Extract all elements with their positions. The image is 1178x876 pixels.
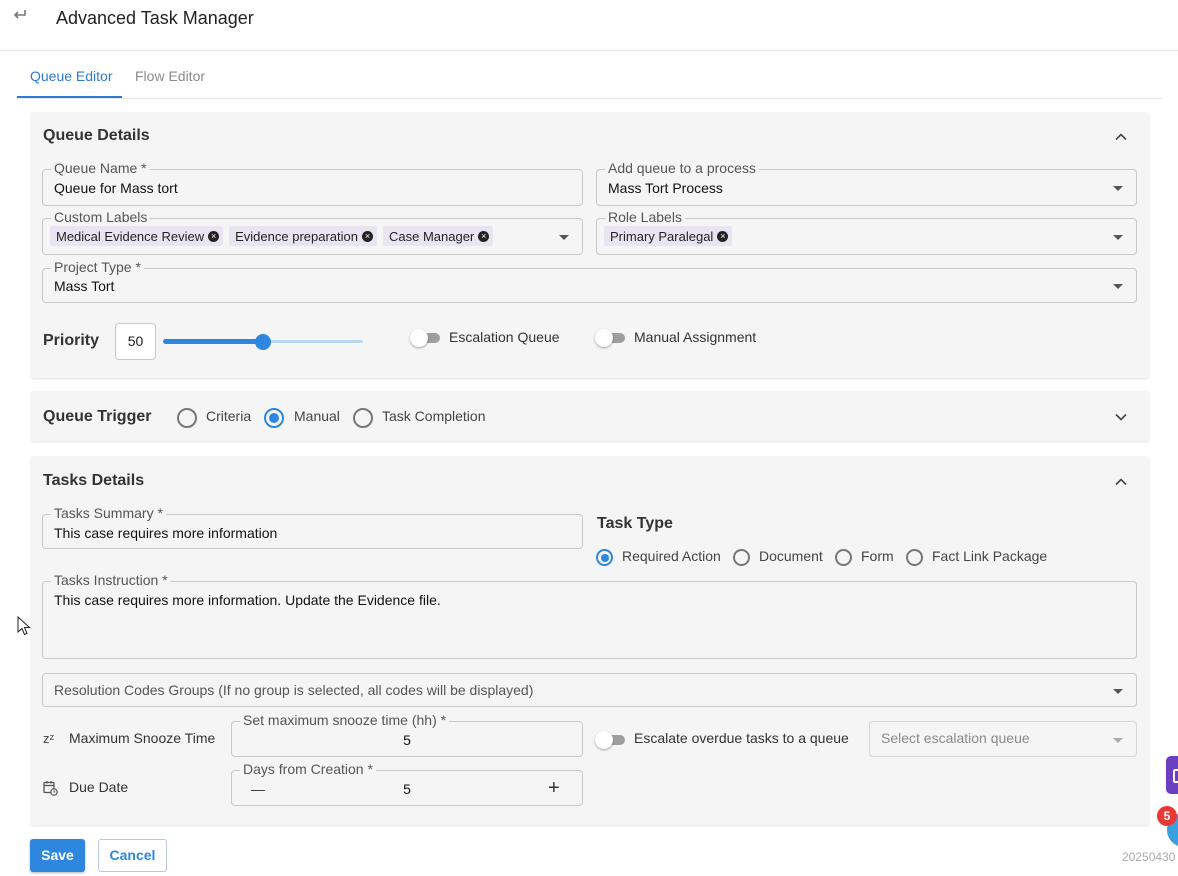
tasks-summary-label: Tasks Summary * [51, 504, 166, 522]
max-snooze-label: Maximum Snooze Time [69, 730, 216, 746]
days-from-creation-stepper[interactable]: Days from Creation * — 5 + [231, 760, 583, 806]
cancel-button[interactable]: Cancel [98, 839, 167, 872]
escalation-queue-label: Escalation Queue [449, 329, 560, 345]
trigger-task-completion-radio[interactable] [353, 408, 373, 428]
chip-remove-icon[interactable]: × [478, 230, 490, 242]
task-type-fact-link-package-radio[interactable] [906, 549, 923, 566]
role-labels-select[interactable]: Role Labels Primary Paralegal × [596, 208, 1137, 255]
snooze-icon: zᶻ [43, 731, 55, 746]
chevron-down-icon [1113, 284, 1123, 289]
priority-label: Priority [43, 332, 100, 349]
task-type-required-action-radio[interactable] [596, 549, 613, 566]
save-button[interactable]: Save [30, 839, 85, 872]
chip-evidence-preparation: Evidence preparation × [229, 226, 377, 246]
trigger-manual-label: Manual [294, 408, 340, 424]
project-type-label: Project Type * [51, 258, 144, 276]
chip-remove-icon[interactable]: × [361, 230, 373, 242]
snooze-time-field[interactable]: Set maximum snooze time (hh) * 5 [231, 711, 583, 757]
tasks-details-title: Tasks Details [43, 472, 145, 489]
escalation-queue-toggle[interactable] [410, 329, 440, 347]
due-date-label: Due Date [69, 779, 129, 795]
queue-trigger-title: Queue Trigger [43, 408, 152, 425]
page-title: Advanced Task Manager [56, 8, 254, 28]
queue-name-label: Queue Name * [51, 159, 150, 177]
queue-name-field[interactable]: Queue Name * Queue for Mass tort [42, 159, 583, 206]
tasks-instruction-label: Tasks Instruction * [51, 571, 171, 589]
task-type-form-radio[interactable] [835, 549, 852, 566]
tabs-divider [17, 98, 1162, 99]
priority-input[interactable]: 50 [115, 323, 156, 360]
chip-remove-icon[interactable]: × [208, 230, 220, 242]
process-label: Add queue to a process [605, 159, 759, 177]
role-labels-label: Role Labels [605, 208, 685, 226]
task-type-document-radio[interactable] [733, 549, 750, 566]
chevron-down-icon [1113, 689, 1123, 694]
tab-queue-editor[interactable]: Queue Editor [30, 68, 113, 84]
tab-flow-editor[interactable]: Flow Editor [135, 68, 205, 84]
escalation-queue-select[interactable]: Select escalation queue [869, 721, 1137, 757]
chevron-down-icon[interactable] [1114, 410, 1128, 424]
mouse-cursor-icon [17, 616, 31, 636]
tasks-instruction-value: This case requires more information. Upd… [54, 592, 441, 608]
task-type-fact-link-package-label: Fact Link Package [932, 548, 1048, 564]
priority-slider-thumb[interactable] [255, 334, 271, 350]
chevron-down-icon [1113, 186, 1123, 191]
back-arrow-icon[interactable] [11, 6, 29, 24]
chevron-up-icon[interactable] [1114, 475, 1128, 489]
decrement-button[interactable]: — [251, 781, 265, 797]
chip-remove-icon[interactable]: × [717, 230, 729, 242]
process-value: Mass Tort Process [608, 180, 723, 196]
resolution-codes-select[interactable]: Resolution Codes Groups (If no group is … [42, 673, 1137, 707]
snooze-time-label: Set maximum snooze time (hh) * [240, 711, 450, 729]
custom-labels-label: Custom Labels [51, 208, 151, 226]
manual-assignment-toggle[interactable] [595, 329, 625, 347]
chevron-down-icon [559, 235, 569, 240]
resolution-codes-placeholder: Resolution Codes Groups (If no group is … [54, 682, 534, 698]
increment-button[interactable]: + [548, 777, 560, 800]
project-type-select[interactable]: Project Type * Mass Tort [42, 258, 1137, 303]
escalation-queue-placeholder: Select escalation queue [881, 730, 1030, 746]
task-type-document-label: Document [759, 548, 823, 564]
days-from-creation-value: 5 [403, 781, 411, 797]
header-divider [0, 50, 1178, 51]
days-from-creation-label: Days from Creation * [240, 760, 376, 778]
queue-details-title: Queue Details [43, 127, 150, 144]
chevron-down-icon [1113, 738, 1123, 743]
floating-action-button[interactable] [1166, 756, 1178, 794]
calendar-clock-icon [43, 781, 58, 796]
chevron-up-icon[interactable] [1114, 130, 1128, 144]
task-type-required-action-label: Required Action [622, 548, 721, 564]
task-type-label: Task Type [597, 515, 673, 532]
custom-labels-select[interactable]: Custom Labels Medical Evidence Review × E… [42, 208, 583, 255]
trigger-criteria-label: Criteria [206, 408, 252, 424]
trigger-manual-radio[interactable] [264, 408, 284, 428]
task-type-form-label: Form [861, 548, 894, 564]
priority-slider-track [163, 339, 263, 344]
tasks-instruction-textarea[interactable]: Tasks Instruction * This case requires m… [42, 571, 1137, 659]
process-select[interactable]: Add queue to a process Mass Tort Process [596, 159, 1137, 206]
queue-name-value: Queue for Mass tort [54, 180, 178, 196]
tasks-summary-field[interactable]: Tasks Summary * This case requires more … [42, 504, 583, 549]
tasks-summary-value: This case requires more information [54, 525, 278, 541]
escalate-overdue-toggle[interactable] [595, 731, 625, 749]
chip-case-manager: Case Manager × [382, 226, 494, 246]
trigger-criteria-radio[interactable] [177, 408, 197, 428]
snooze-time-value: 5 [403, 732, 411, 748]
project-type-value: Mass Tort [54, 278, 115, 294]
version-text: 20250430 [1122, 850, 1176, 864]
queue-trigger-panel [31, 391, 1149, 441]
notification-badge: 5 [1157, 806, 1177, 826]
chevron-down-icon [1113, 235, 1123, 240]
chip-primary-paralegal: Primary Paralegal × [604, 226, 733, 246]
escalate-overdue-label: Escalate overdue tasks to a queue [634, 730, 849, 746]
manual-assignment-label: Manual Assignment [634, 329, 757, 345]
trigger-task-completion-label: Task Completion [382, 408, 486, 424]
chip-medical-evidence-review: Medical Evidence Review × [50, 226, 224, 246]
